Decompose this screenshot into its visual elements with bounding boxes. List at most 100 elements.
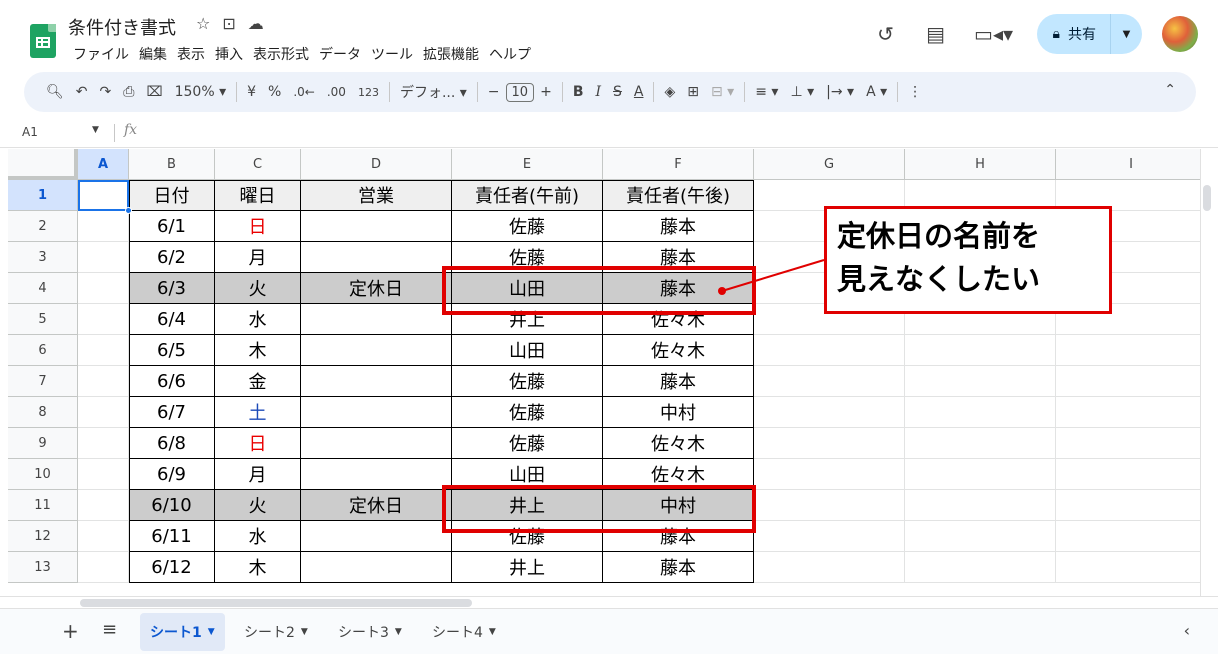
row-header[interactable]: 7 bbox=[8, 366, 78, 397]
print-icon[interactable]: ⎙ bbox=[117, 84, 140, 100]
table-cell[interactable]: 火 bbox=[215, 490, 301, 521]
table-cell[interactable] bbox=[1056, 397, 1200, 428]
table-cell[interactable] bbox=[301, 459, 452, 490]
table-cell[interactable] bbox=[301, 397, 452, 428]
row-header[interactable]: 2 bbox=[8, 211, 78, 242]
table-cell[interactable]: 佐藤 bbox=[452, 366, 603, 397]
horizontal-scroll-thumb[interactable] bbox=[80, 599, 472, 607]
menu-item[interactable]: ヘルプ bbox=[484, 44, 536, 64]
table-cell[interactable] bbox=[1056, 428, 1200, 459]
table-cell[interactable] bbox=[78, 366, 129, 397]
table-cell[interactable]: 6/11 bbox=[129, 521, 215, 552]
table-cell[interactable]: 日 bbox=[215, 428, 301, 459]
add-sheet-icon[interactable]: + bbox=[62, 619, 79, 643]
share-button[interactable]: 🔒︎ 共有 ▼ bbox=[1036, 14, 1142, 54]
column-header-f[interactable]: F bbox=[603, 149, 754, 180]
vertical-scroll-thumb[interactable] bbox=[1203, 185, 1211, 211]
sheet-tab[interactable]: シート4 ▼ bbox=[422, 613, 506, 651]
font-size-decrease-button[interactable]: − bbox=[482, 84, 506, 100]
sheet-tab-dropdown-icon[interactable]: ▼ bbox=[208, 627, 215, 637]
table-cell[interactable] bbox=[905, 366, 1056, 397]
sheets-logo-icon[interactable] bbox=[30, 24, 56, 58]
table-cell[interactable]: 責任者(午前) bbox=[452, 180, 603, 211]
table-cell[interactable] bbox=[78, 304, 129, 335]
table-cell[interactable] bbox=[301, 366, 452, 397]
table-cell[interactable] bbox=[905, 490, 1056, 521]
table-cell[interactable] bbox=[78, 397, 129, 428]
table-cell[interactable] bbox=[754, 397, 905, 428]
select-all-corner[interactable] bbox=[8, 149, 78, 180]
table-cell[interactable]: 6/3 bbox=[129, 273, 215, 304]
sheet-tab-dropdown-icon[interactable]: ▼ bbox=[489, 627, 496, 637]
meet-icon[interactable]: ▭◂▾ bbox=[971, 22, 1017, 46]
table-cell[interactable] bbox=[905, 552, 1056, 583]
table-cell[interactable]: 月 bbox=[215, 459, 301, 490]
row-header[interactable]: 5 bbox=[8, 304, 78, 335]
table-cell[interactable]: 6/2 bbox=[129, 242, 215, 273]
text-rotation-icon[interactable]: A ▾ bbox=[860, 84, 893, 100]
more-options-icon[interactable]: ⋮ bbox=[902, 84, 928, 100]
table-cell[interactable]: 佐藤 bbox=[452, 211, 603, 242]
horizontal-align-icon[interactable]: ≡ ▾ bbox=[749, 84, 784, 100]
table-cell[interactable] bbox=[905, 335, 1056, 366]
row-header[interactable]: 6 bbox=[8, 335, 78, 366]
vertical-align-icon[interactable]: ⊥ ▾ bbox=[784, 84, 820, 100]
table-cell[interactable] bbox=[78, 459, 129, 490]
table-cell[interactable] bbox=[1056, 459, 1200, 490]
avatar[interactable] bbox=[1162, 16, 1198, 52]
table-cell[interactable] bbox=[78, 273, 129, 304]
text-wrapping-icon[interactable]: |→ ▾ bbox=[820, 84, 860, 100]
table-cell[interactable]: 佐藤 bbox=[452, 397, 603, 428]
zoom-select[interactable]: 150% ▾ bbox=[169, 84, 233, 100]
table-cell[interactable] bbox=[1056, 490, 1200, 521]
version-history-icon[interactable]: ↺ bbox=[871, 22, 901, 46]
comments-icon[interactable]: ▤ bbox=[921, 22, 951, 46]
star-icon[interactable]: ☆ bbox=[196, 14, 210, 33]
menu-item[interactable]: 表示 bbox=[172, 44, 210, 64]
sheet-tab-dropdown-icon[interactable]: ▼ bbox=[301, 627, 308, 637]
menu-item[interactable]: データ bbox=[314, 44, 366, 64]
table-cell[interactable] bbox=[1056, 552, 1200, 583]
increase-decimal-button[interactable]: .00 bbox=[321, 85, 352, 99]
table-cell[interactable]: 木 bbox=[215, 335, 301, 366]
table-cell[interactable] bbox=[301, 428, 452, 459]
table-cell[interactable]: 木 bbox=[215, 552, 301, 583]
sheet-tab[interactable]: シート2 ▼ bbox=[234, 613, 318, 651]
menu-item[interactable]: 拡張機能 bbox=[418, 44, 484, 64]
undo-icon[interactable]: ↶ bbox=[70, 84, 94, 100]
row-header[interactable]: 3 bbox=[8, 242, 78, 273]
table-cell[interactable] bbox=[78, 552, 129, 583]
row-header[interactable]: 8 bbox=[8, 397, 78, 428]
table-cell[interactable]: 曜日 bbox=[215, 180, 301, 211]
column-header-d[interactable]: D bbox=[301, 149, 452, 180]
table-cell[interactable] bbox=[301, 211, 452, 242]
sheet-tab[interactable]: シート1 ▼ bbox=[140, 613, 225, 651]
table-cell[interactable]: 日 bbox=[215, 211, 301, 242]
table-cell[interactable] bbox=[754, 552, 905, 583]
table-cell[interactable]: 藤本 bbox=[603, 366, 754, 397]
table-cell[interactable]: 営業 bbox=[301, 180, 452, 211]
name-box-dropdown-icon[interactable]: ▼ bbox=[92, 125, 99, 135]
row-header[interactable]: 4 bbox=[8, 273, 78, 304]
table-cell[interactable] bbox=[754, 521, 905, 552]
table-cell[interactable]: 火 bbox=[215, 273, 301, 304]
move-to-folder-icon[interactable]: ⊡ bbox=[222, 14, 235, 33]
table-cell[interactable]: 中村 bbox=[603, 397, 754, 428]
table-cell[interactable]: 6/9 bbox=[129, 459, 215, 490]
table-cell[interactable] bbox=[905, 459, 1056, 490]
table-cell[interactable]: 定休日 bbox=[301, 273, 452, 304]
document-title[interactable]: 条件付き書式 bbox=[68, 14, 176, 40]
table-cell[interactable]: 6/12 bbox=[129, 552, 215, 583]
column-header-g[interactable]: G bbox=[754, 149, 905, 180]
italic-button[interactable]: I bbox=[589, 84, 607, 100]
table-cell[interactable] bbox=[78, 521, 129, 552]
table-cell[interactable]: 6/1 bbox=[129, 211, 215, 242]
table-cell[interactable]: 井上 bbox=[452, 552, 603, 583]
table-cell[interactable]: 水 bbox=[215, 304, 301, 335]
column-header-e[interactable]: E bbox=[452, 149, 603, 180]
menu-item[interactable]: ファイル bbox=[68, 44, 134, 64]
table-cell[interactable]: 藤本 bbox=[603, 211, 754, 242]
merge-cells-icon[interactable]: ⊟ ▾ bbox=[705, 84, 740, 100]
fill-color-icon[interactable]: ◈ bbox=[658, 84, 681, 100]
table-cell[interactable]: 定休日 bbox=[301, 490, 452, 521]
